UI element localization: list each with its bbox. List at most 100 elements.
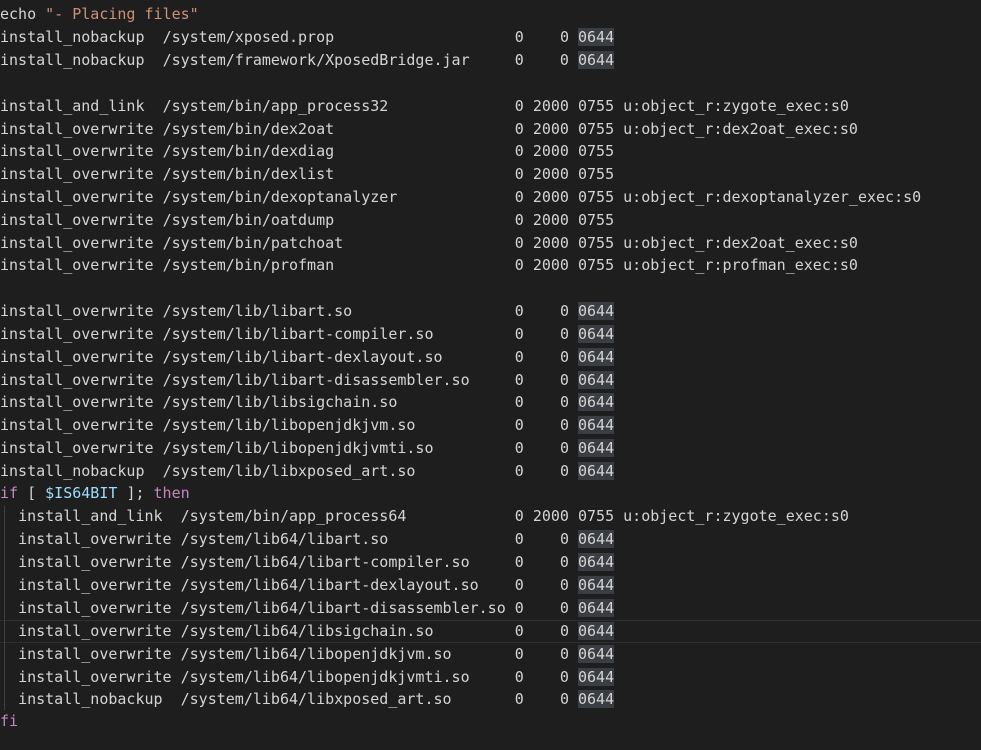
- echo-string: "- Placing files": [45, 5, 199, 23]
- file-path: /system/bin/dexoptanalyzer: [162, 188, 398, 206]
- owner-uid: 0: [514, 393, 524, 411]
- file-path: /system/bin/dex2oat: [162, 120, 335, 138]
- install-line: install_overwrite /system/lib64/libart-d…: [0, 597, 615, 620]
- install-line: install_and_link /system/bin/app_process…: [0, 95, 849, 118]
- file-mode: 0644: [578, 393, 615, 411]
- owner-gid: 0: [559, 668, 569, 686]
- file-mode: 0644: [578, 530, 615, 548]
- owner-uid: 0: [514, 325, 524, 343]
- selinux-context: u:object_r:zygote_exec:s0: [623, 507, 849, 525]
- owner-uid: 0: [514, 507, 524, 525]
- file-path: /system/lib/libart-compiler.so: [162, 325, 434, 343]
- file-mode: 0644: [577, 668, 615, 686]
- file-mode: 0644: [578, 645, 615, 663]
- file-path: /system/bin/oatdump: [162, 211, 335, 229]
- install-line: install_overwrite /system/lib64/libsigch…: [0, 620, 615, 643]
- file-path: /system/lib/libxposed_art.so: [162, 462, 416, 480]
- file-mode: 0755: [578, 120, 615, 138]
- file-path: /system/bin/profman: [162, 256, 335, 274]
- command: install_nobackup: [0, 28, 145, 46]
- owner-gid: 2000: [532, 97, 569, 115]
- owner-gid: 2000: [532, 256, 569, 274]
- command: install_overwrite: [18, 530, 172, 548]
- is64bit-variable: $IS64BIT: [45, 484, 118, 502]
- owner-uid: 0: [514, 188, 524, 206]
- file-mode: 0644: [578, 622, 615, 640]
- install-line: install_overwrite /system/bin/dexdiag 0 …: [0, 140, 614, 163]
- owner-gid: 0: [559, 28, 569, 46]
- owner-gid: 0: [559, 348, 569, 366]
- owner-gid: 2000: [532, 211, 569, 229]
- file-path: /system/bin/app_process32: [162, 97, 389, 115]
- owner-uid: 0: [514, 165, 524, 183]
- file-mode: 0644: [578, 325, 615, 343]
- install-line: install_overwrite /system/bin/patchoat 0…: [0, 232, 858, 255]
- owner-uid: 0: [514, 97, 524, 115]
- owner-gid: 0: [559, 645, 569, 663]
- command: install_overwrite: [18, 622, 172, 640]
- file-path: /system/lib/libart-disassembler.so: [162, 371, 470, 389]
- owner-uid: 0: [514, 576, 524, 594]
- file-mode: 0755: [578, 97, 615, 115]
- file-path: /system/lib64/libopenjdkjvmti.so: [180, 668, 470, 686]
- install-line: install_overwrite /system/lib/libart-dex…: [0, 346, 615, 369]
- fi-line: fi: [0, 712, 19, 730]
- owner-uid: 0: [514, 645, 524, 663]
- owner-uid: 0: [514, 142, 524, 160]
- file-path: /system/lib/libsigchain.so: [162, 393, 398, 411]
- file-mode: 0644: [577, 576, 615, 594]
- install-line: install_nobackup /system/lib64/libxposed…: [0, 688, 615, 711]
- file-mode: 0644: [578, 439, 615, 457]
- bracket-open: [: [27, 484, 37, 502]
- owner-uid: 0: [514, 234, 524, 252]
- owner-uid: 0: [514, 211, 524, 229]
- echo-keyword: echo: [0, 5, 37, 23]
- install-line: install_overwrite /system/bin/dex2oat 0 …: [0, 118, 858, 141]
- owner-uid: 0: [514, 668, 524, 686]
- file-mode: 0644: [578, 690, 615, 708]
- bracket-close: ];: [126, 484, 145, 502]
- file-path: /system/xposed.prop: [162, 28, 335, 46]
- owner-uid: 0: [514, 371, 524, 389]
- install-line: install_overwrite /system/lib/libopenjdk…: [0, 414, 615, 437]
- file-mode: 0644: [577, 371, 615, 389]
- owner-gid: 0: [559, 530, 569, 548]
- command: install_and_link: [0, 97, 145, 115]
- file-mode: 0644: [577, 599, 615, 617]
- install-line: install_overwrite /system/lib/libart-com…: [0, 323, 615, 346]
- file-path: /system/lib64/libsigchain.so: [180, 622, 434, 640]
- install-line: install_overwrite /system/lib64/libart-c…: [0, 551, 615, 574]
- command: install_overwrite: [0, 165, 154, 183]
- file-mode: 0755: [578, 142, 615, 160]
- install-line: install_overwrite /system/lib/libsigchai…: [0, 391, 615, 414]
- file-path: /system/lib/libart.so: [162, 302, 353, 320]
- command: install_overwrite: [18, 668, 172, 686]
- selinux-context: u:object_r:dex2oat_exec:s0: [623, 234, 858, 252]
- file-path: /system/lib64/libopenjdkjvm.so: [180, 645, 452, 663]
- echo-line: echo "- Placing files": [0, 3, 199, 26]
- owner-uid: 0: [514, 120, 524, 138]
- owner-gid: 0: [559, 576, 569, 594]
- command: install_overwrite: [18, 645, 172, 663]
- file-mode: 0644: [578, 416, 615, 434]
- install-line: install_nobackup /system/xposed.prop 0 0…: [0, 26, 615, 49]
- owner-gid: 2000: [532, 234, 569, 252]
- owner-gid: 0: [559, 553, 569, 571]
- owner-uid: 0: [514, 348, 524, 366]
- owner-uid: 0: [514, 553, 524, 571]
- command: install_overwrite: [0, 348, 154, 366]
- command: install_overwrite: [0, 120, 154, 138]
- file-mode: 0644: [578, 28, 615, 46]
- command: install_overwrite: [0, 302, 154, 320]
- command: install_overwrite: [18, 553, 172, 571]
- owner-gid: 0: [559, 393, 569, 411]
- install-line: install_overwrite /system/lib64/libopenj…: [0, 643, 615, 666]
- file-path: /system/bin/patchoat: [162, 234, 344, 252]
- owner-gid: 0: [559, 325, 569, 343]
- owner-gid: 0: [559, 690, 569, 708]
- owner-gid: 0: [559, 622, 569, 640]
- owner-uid: 0: [514, 28, 524, 46]
- owner-gid: 0: [559, 371, 569, 389]
- code-editor[interactable]: echo "- Placing files" if [ $IS64BIT ]; …: [0, 0, 981, 750]
- owner-gid: 0: [559, 51, 569, 69]
